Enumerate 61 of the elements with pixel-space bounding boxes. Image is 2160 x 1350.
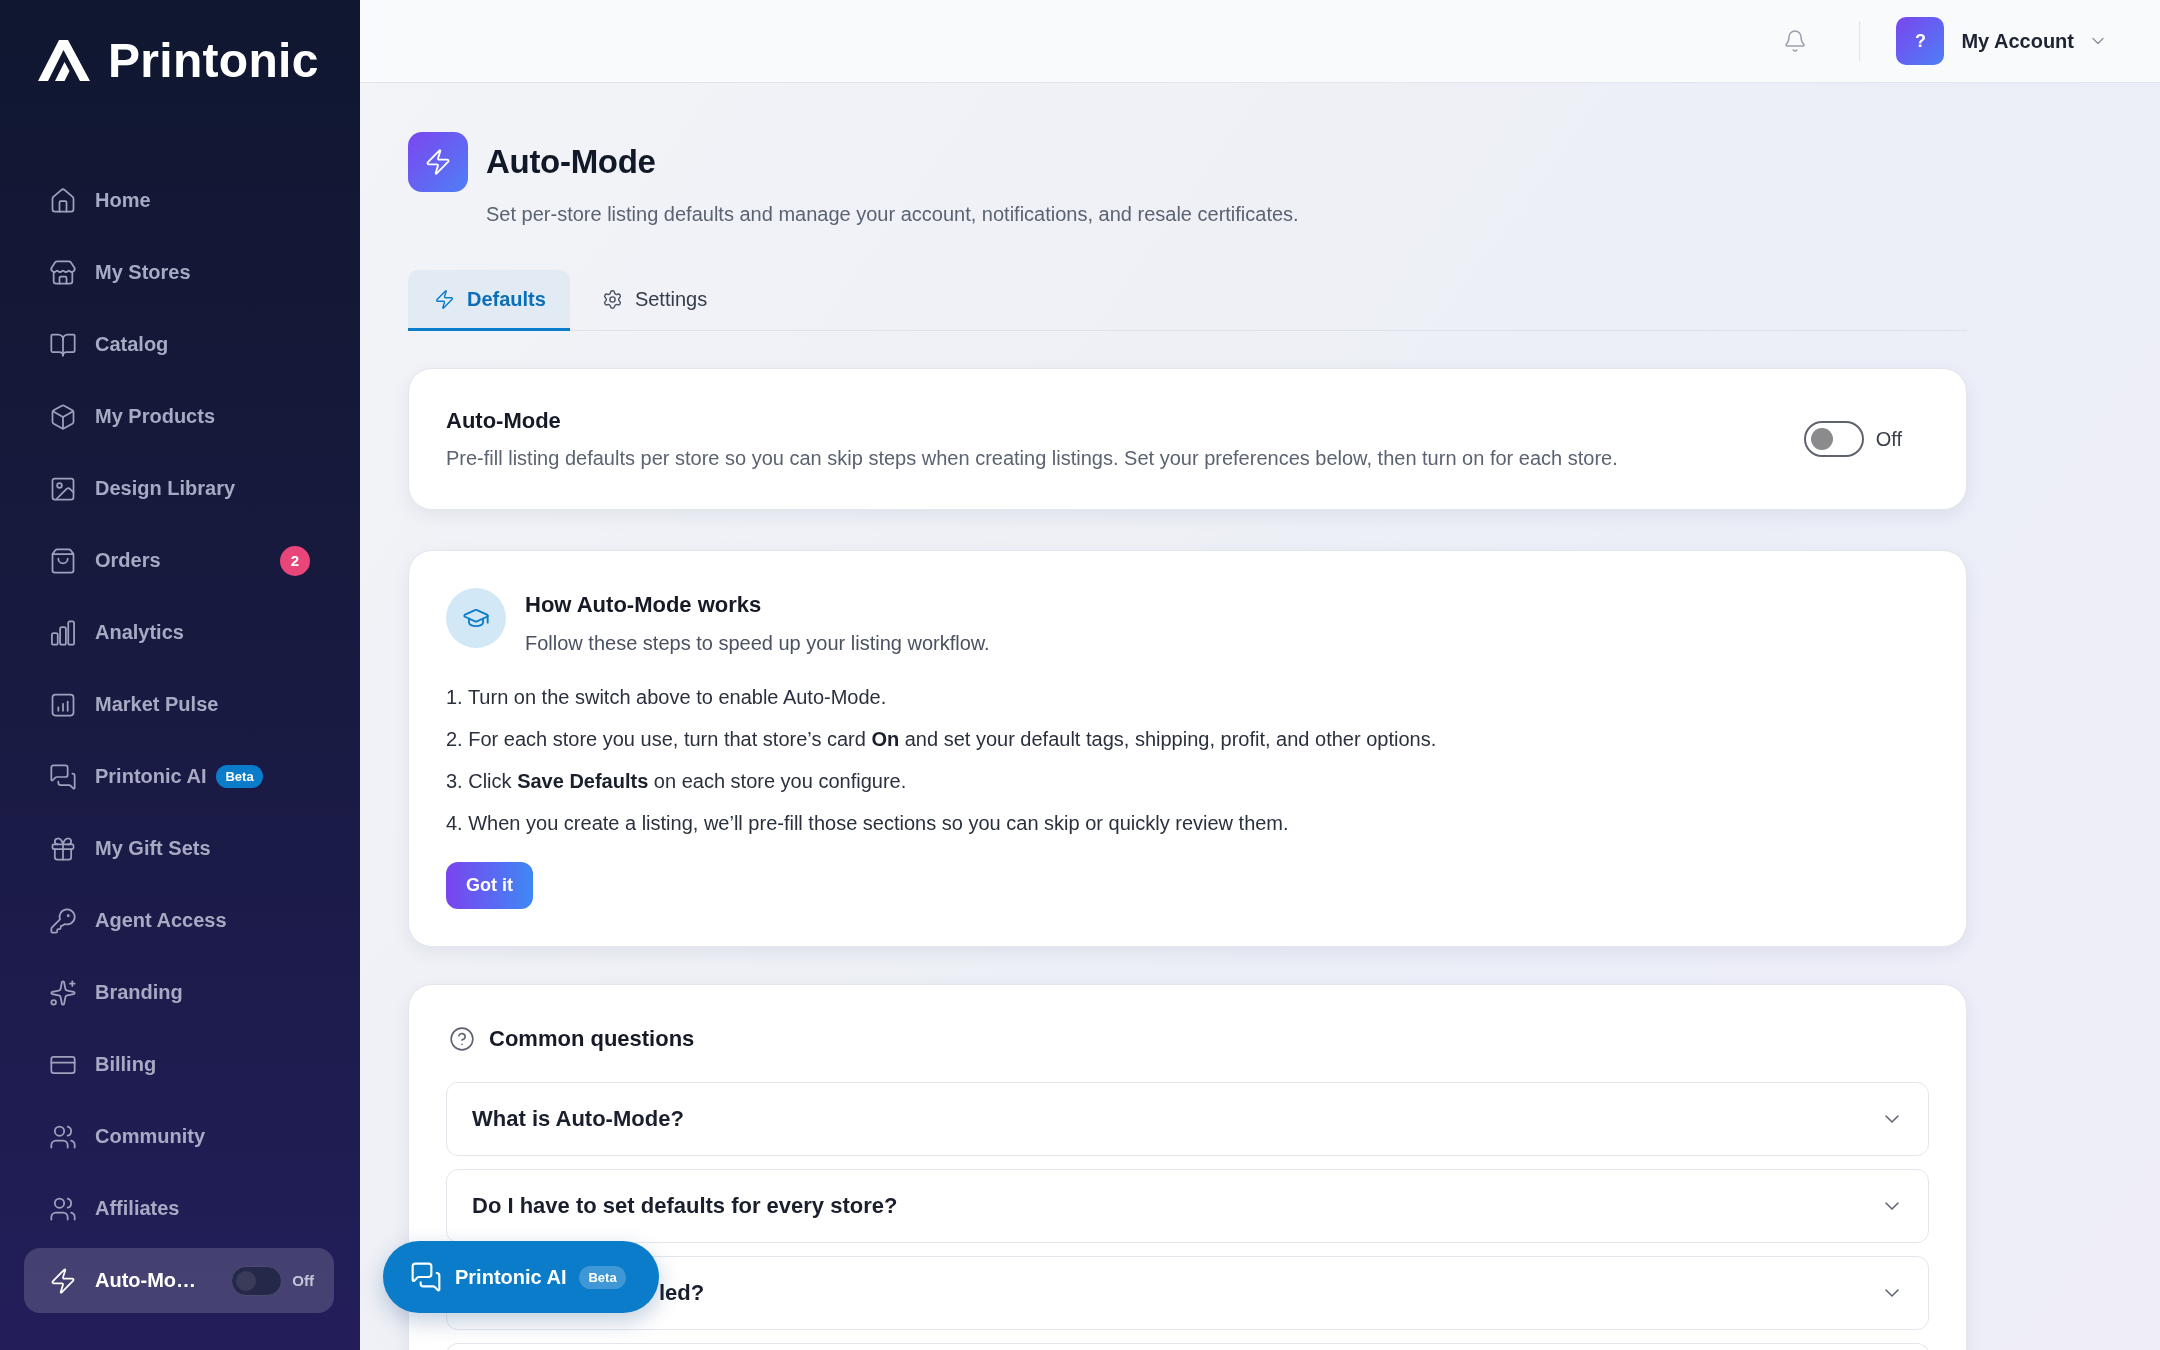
nav-item[interactable]: My Gift Sets [24, 816, 334, 881]
graduation-cap-icon [446, 588, 506, 648]
nav-item[interactable]: Analytics [24, 600, 334, 665]
nav-item[interactable]: Community [24, 1104, 334, 1169]
step-text: 3. Click Save Defaults on each store you configure. [446, 769, 908, 794]
account-menu-button[interactable]: My Account [1961, 29, 2108, 53]
key-icon [49, 906, 77, 935]
nav-item[interactable]: My Stores [24, 240, 334, 305]
chat-bubbles-icon [49, 762, 77, 791]
card-subtitle: Follow these steps to speed up your listing workflow. [525, 631, 990, 655]
chat-bubbles-icon [410, 1261, 442, 1293]
avatar: ? [1896, 17, 1945, 65]
sparkles-icon [49, 978, 77, 1007]
lightning-icon [408, 132, 468, 192]
bag-icon [49, 546, 77, 575]
nav-item[interactable]: Branding [24, 960, 334, 1025]
card-title: How Auto-Mode works [525, 592, 763, 618]
card-title: Auto-Mode [446, 408, 562, 434]
faq-item[interactable]: What is Auto-Mode? [446, 1082, 1929, 1156]
nav-item[interactable]: Affiliates [24, 1176, 334, 1241]
faq-item[interactable]: Do I have to set defaults for every store? [446, 1169, 1929, 1243]
toggle-label: Off [1875, 427, 1902, 451]
toggle-label: Off [292, 1272, 314, 1289]
help-icon [449, 1026, 475, 1052]
nav-item[interactable]: Catalog [24, 312, 334, 377]
nav-item[interactable]: Home [24, 168, 334, 233]
nav-item[interactable]: Billing [24, 1032, 334, 1097]
nav-item[interactable]: My Products [24, 384, 334, 449]
beta-tag: Beta [216, 765, 263, 788]
tab[interactable]: Settings [575, 270, 732, 331]
step-text: 4. When you create a listing, we’ll pre-fill those sections so you can skip or quickly review them. [446, 811, 1290, 836]
step-text: 1. Turn on the switch above to enable Auto-Mode. [446, 685, 888, 710]
cube-icon [49, 402, 77, 431]
nav-item[interactable]: Auto-Mo… Off [24, 1248, 334, 1313]
bar-chart-icon [49, 618, 77, 647]
page-subtitle: Set per-store listing defaults and manage your account, notifications, and resale certificates. [486, 202, 1300, 226]
page-title: Auto-Mode [486, 143, 656, 181]
count-badge: 2 [280, 545, 310, 576]
gear-icon [601, 288, 623, 310]
bell-icon [1783, 29, 1808, 53]
nav-item[interactable]: Market Pulse [24, 672, 334, 737]
nav-item[interactable]: Orders 2 [24, 528, 334, 593]
toggle-switch[interactable] [231, 1265, 283, 1296]
step-text: 2. For each store you use, turn that store’s card On and set your default tags, shipping, profit, and other options. [446, 727, 1438, 752]
nav-item[interactable]: Agent Access [24, 888, 334, 953]
section-title: Common questions [489, 1026, 695, 1052]
card-description: Pre-fill listing defaults per store so you can skip steps when creating listings. Set your preferences below, then turn on for each store. [446, 446, 1618, 470]
logo-text: Printonic [108, 36, 319, 86]
beta-tag: Beta [579, 1265, 626, 1289]
lightning-icon [49, 1266, 77, 1295]
store-icon [49, 258, 77, 287]
home-icon [49, 186, 77, 215]
lightning-icon [434, 288, 455, 310]
nav-item[interactable]: Design Library [24, 456, 334, 521]
dismiss-button[interactable]: Got it [446, 862, 533, 909]
toggle-switch[interactable] [1803, 421, 1864, 457]
logo-icon [38, 40, 90, 81]
notifications-button[interactable] [1783, 29, 1808, 53]
chat-button[interactable]: Printonic AI Beta [383, 1241, 659, 1313]
nav-item[interactable]: Printonic AI Beta [24, 744, 334, 809]
tab[interactable]: Defaults [408, 270, 570, 331]
